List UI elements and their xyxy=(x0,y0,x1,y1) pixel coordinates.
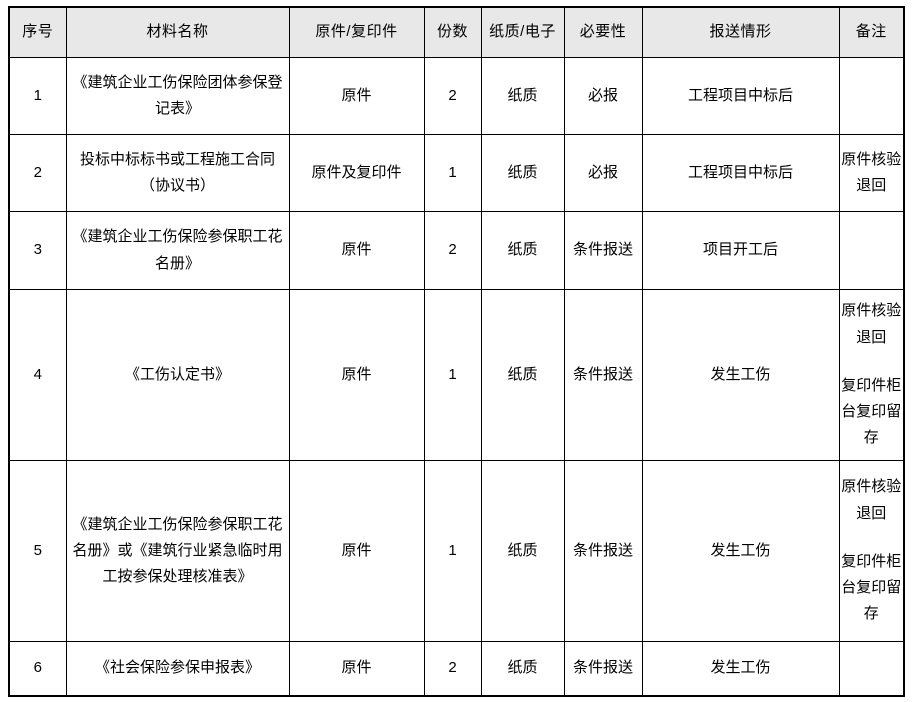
table-row: 3 《建筑企业工伤保险参保职工花名册》 原件 2 纸质 条件报送 项目开工后 xyxy=(8,211,905,290)
cell-material-name: 《社会保险参保申报表》 xyxy=(65,641,290,697)
cell-when: 发生工伤 xyxy=(641,460,840,642)
column-header-count: 份数 xyxy=(423,6,482,58)
cell-need: 条件报送 xyxy=(563,641,643,697)
cell-count: 2 xyxy=(423,641,482,697)
cell-need: 条件报送 xyxy=(563,460,643,642)
cell-seq: 5 xyxy=(8,460,67,642)
cell-seq: 2 xyxy=(8,134,67,212)
cell-media: 纸质 xyxy=(480,211,565,290)
cell-remark xyxy=(838,57,905,135)
table-row: 6 《社会保险参保申报表》 原件 2 纸质 条件报送 发生工伤 xyxy=(8,641,905,697)
remark-line: 复印件柜台复印留存 xyxy=(841,376,902,447)
cell-when: 工程项目中标后 xyxy=(641,57,840,135)
cell-seq: 3 xyxy=(8,211,67,290)
column-header-copy: 原件/复印件 xyxy=(288,6,425,58)
cell-remark xyxy=(838,641,905,697)
cell-media: 纸质 xyxy=(480,641,565,697)
cell-count: 1 xyxy=(423,460,482,642)
cell-count: 1 xyxy=(423,289,482,461)
cell-need: 必报 xyxy=(563,57,643,135)
cell-remark xyxy=(838,211,905,290)
cell-when: 项目开工后 xyxy=(641,211,840,290)
cell-copy: 原件 xyxy=(288,211,425,290)
column-header-name: 材料名称 xyxy=(65,6,290,58)
cell-count: 2 xyxy=(423,57,482,135)
table-body: 1 《建筑企业工伤保险团体参保登记表》 原件 2 纸质 必报 工程项目中标后 2… xyxy=(8,57,905,697)
cell-seq: 1 xyxy=(8,57,67,135)
cell-material-name: 投标中标标书或工程施工合同（协议书） xyxy=(65,134,290,212)
cell-media: 纸质 xyxy=(480,134,565,212)
remark-line: 原件核验退回 xyxy=(841,302,902,346)
cell-material-name: 《建筑企业工伤保险团体参保登记表》 xyxy=(65,57,290,135)
cell-when: 发生工伤 xyxy=(641,289,840,461)
materials-submission-table: 序号 材料名称 原件/复印件 份数 纸质/电子 必要性 报送情形 备注 1 《建… xyxy=(8,6,905,697)
cell-when: 工程项目中标后 xyxy=(641,134,840,212)
cell-copy: 原件 xyxy=(288,641,425,697)
cell-copy: 原件 xyxy=(288,289,425,461)
table-row: 1 《建筑企业工伤保险团体参保登记表》 原件 2 纸质 必报 工程项目中标后 xyxy=(8,57,905,135)
column-header-when: 报送情形 xyxy=(641,6,840,58)
cell-material-name: 《建筑企业工伤保险参保职工花名册》 xyxy=(65,211,290,290)
remark-line: 复印件柜台复印留存 xyxy=(841,552,902,623)
table-header-row: 序号 材料名称 原件/复印件 份数 纸质/电子 必要性 报送情形 备注 xyxy=(8,6,905,58)
cell-media: 纸质 xyxy=(480,57,565,135)
cell-seq: 4 xyxy=(8,289,67,461)
table-header: 序号 材料名称 原件/复印件 份数 纸质/电子 必要性 报送情形 备注 xyxy=(8,6,905,58)
cell-when: 发生工伤 xyxy=(641,641,840,697)
column-header-remark: 备注 xyxy=(838,6,905,58)
cell-remark: 原件核验退回 复印件柜台复印留存 xyxy=(838,460,905,642)
cell-count: 1 xyxy=(423,134,482,212)
table-row: 2 投标中标标书或工程施工合同（协议书） 原件及复印件 1 纸质 必报 工程项目… xyxy=(8,134,905,212)
cell-need: 必报 xyxy=(563,134,643,212)
cell-material-name: 《建筑企业工伤保险参保职工花名册》或《建筑行业紧急临时用工按参保处理核准表》 xyxy=(65,460,290,642)
cell-copy: 原件 xyxy=(288,460,425,642)
column-header-media: 纸质/电子 xyxy=(480,6,565,58)
remark-line: 原件核验退回 xyxy=(841,150,902,194)
cell-remark: 原件核验退回 xyxy=(838,134,905,212)
cell-need: 条件报送 xyxy=(563,289,643,461)
cell-media: 纸质 xyxy=(480,460,565,642)
cell-copy: 原件及复印件 xyxy=(288,134,425,212)
remark-line: 原件核验退回 xyxy=(841,478,902,522)
cell-copy: 原件 xyxy=(288,57,425,135)
cell-material-name: 《工伤认定书》 xyxy=(65,289,290,461)
table-row: 5 《建筑企业工伤保险参保职工花名册》或《建筑行业紧急临时用工按参保处理核准表》… xyxy=(8,460,905,642)
cell-seq: 6 xyxy=(8,641,67,697)
column-header-seq: 序号 xyxy=(8,6,67,58)
cell-need: 条件报送 xyxy=(563,211,643,290)
table-row: 4 《工伤认定书》 原件 1 纸质 条件报送 发生工伤 原件核验退回 复印件柜台… xyxy=(8,289,905,461)
cell-media: 纸质 xyxy=(480,289,565,461)
column-header-need: 必要性 xyxy=(563,6,643,58)
cell-remark: 原件核验退回 复印件柜台复印留存 xyxy=(838,289,905,461)
cell-count: 2 xyxy=(423,211,482,290)
document-page: 序号 材料名称 原件/复印件 份数 纸质/电子 必要性 报送情形 备注 1 《建… xyxy=(0,0,914,702)
